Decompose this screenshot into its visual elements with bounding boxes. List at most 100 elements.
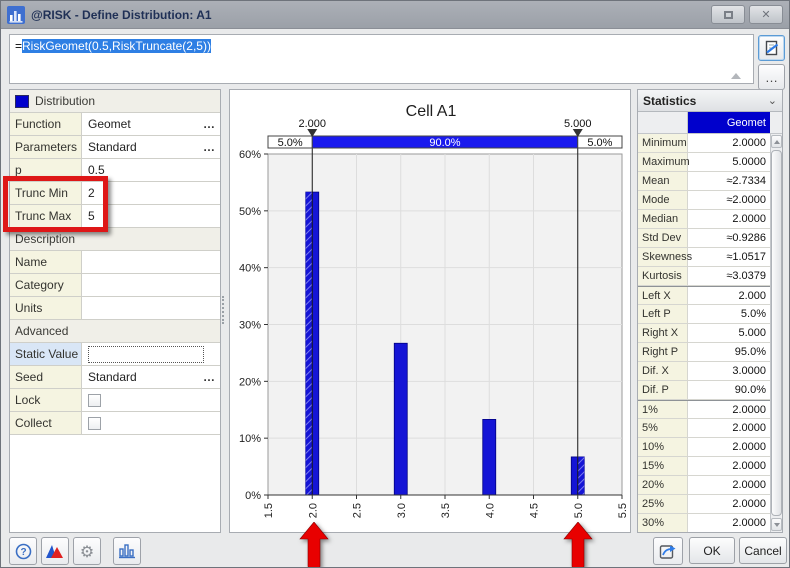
stat-label: 1% (638, 401, 688, 418)
prop-value-name[interactable] (82, 251, 220, 273)
gear-icon: ⚙ (80, 542, 94, 561)
ellipsis-button[interactable]: … (203, 113, 216, 135)
prop-row-category: Category (10, 274, 220, 297)
chart-type-button[interactable] (113, 537, 141, 565)
stat-value: 2.0000 (688, 401, 770, 418)
bar-hatch-right (578, 457, 585, 495)
bar-x4 (483, 419, 496, 495)
bar-chart-icon (118, 543, 136, 559)
prop-value-category[interactable] (82, 274, 220, 296)
help-icon: ? (15, 543, 32, 560)
export-arrow-icon (659, 543, 677, 560)
y-tick-label: 30% (239, 320, 261, 332)
stat-value: 2.0000 (688, 457, 770, 475)
triangle-up-icon (774, 140, 780, 144)
stat-label: Kurtosis (638, 267, 688, 285)
ellipsis-button[interactable]: … (203, 136, 216, 158)
annotation-arrow-right (563, 522, 593, 568)
help-button[interactable]: ? (9, 537, 37, 565)
bottom-toolbar: ? ⚙ OK Canc (1, 533, 789, 568)
stat-label: 5% (638, 419, 688, 437)
prop-row-units: Units (10, 297, 220, 320)
document-edit-icon (764, 40, 780, 56)
prop-value-static-value[interactable] (82, 343, 220, 365)
delimiter-label: 2.000 (298, 118, 326, 130)
formula-input[interactable]: =RiskGeomet(0.5,RiskTruncate(2,5)) (9, 34, 754, 84)
statistics-scrollbar[interactable] (770, 134, 782, 532)
collect-checkbox[interactable] (88, 417, 101, 430)
formula-selected-text: RiskGeomet(0.5,RiskTruncate(2,5)) (22, 39, 211, 53)
delimiter-label: 5.000 (564, 118, 592, 130)
settings-button[interactable]: ⚙ (73, 537, 101, 565)
prop-value-text: 2 (88, 186, 95, 200)
prop-value-trunc-max[interactable]: 5 (82, 205, 220, 227)
stat-value: ≈2.0000 (688, 191, 770, 209)
section-header-distribution: Distribution (10, 90, 220, 113)
stat-label: Std Dev (638, 229, 688, 247)
prop-value-parameters[interactable]: Standard… (82, 136, 220, 158)
prop-value-p[interactable]: 0.5 (82, 159, 220, 181)
x-tick-label: 1.5 (263, 503, 275, 518)
statistics-column-header-row: Geomet (638, 112, 782, 134)
prop-value-seed[interactable]: Standard… (82, 366, 220, 388)
stat-value: 95.0% (688, 343, 770, 361)
section-label: Distribution (35, 94, 95, 108)
scrollbar-up-button[interactable] (771, 135, 782, 148)
chevron-down-icon: ⌄ (768, 94, 777, 107)
prop-label-collect: Collect (10, 412, 82, 434)
ellipsis-button[interactable]: … (203, 366, 216, 388)
cancel-button[interactable]: Cancel (739, 537, 787, 564)
app-risk-icon (7, 6, 25, 24)
stat-label: Left P (638, 305, 688, 323)
stat-label: Maximum (638, 153, 688, 171)
prop-row-static-value: Static Value (10, 343, 220, 366)
swap-to-excel-button[interactable] (653, 537, 683, 565)
stat-row-5: 5%2.0000 (638, 419, 770, 438)
bar-hatch-left (306, 192, 313, 495)
y-tick-label: 0% (245, 490, 261, 502)
prop-row-collect: Collect (10, 412, 220, 435)
section-header-description: Description (10, 228, 220, 251)
stat-row-skewness: Skewness≈1.0517 (638, 248, 770, 267)
edit-formula-button[interactable] (758, 35, 785, 61)
prop-value-units[interactable] (82, 297, 220, 319)
prop-row-trunc-max: Trunc Max5 (10, 205, 220, 228)
prop-value-lock[interactable] (82, 389, 220, 411)
lock-checkbox[interactable] (88, 394, 101, 407)
prop-row-parameters: ParametersStandard… (10, 136, 220, 159)
prop-label-p: p (10, 159, 82, 181)
more-options-button[interactable]: … (758, 64, 785, 90)
statistics-title: Statistics (643, 94, 696, 108)
maximize-button[interactable] (711, 5, 745, 24)
stat-row-std-dev: Std Dev≈0.9286 (638, 229, 770, 248)
prop-value-function[interactable]: Geomet… (82, 113, 220, 135)
stat-value: 5.000 (688, 324, 770, 342)
chart-panel: Cell A15.0%90.0%5.0%2.0005.0000%10%20%30… (229, 89, 631, 533)
prop-value-text: 0.5 (88, 163, 105, 177)
ok-button[interactable]: OK (689, 537, 735, 564)
scroll-up-icon[interactable] (731, 73, 741, 79)
prop-value-trunc-min[interactable]: 2 (82, 182, 220, 204)
prop-value-collect[interactable] (82, 412, 220, 434)
static-value-input[interactable] (88, 346, 204, 363)
stat-label: 25% (638, 495, 688, 513)
panel-splitter[interactable] (222, 296, 225, 324)
close-button[interactable]: ✕ (749, 5, 783, 24)
stat-row-kurtosis: Kurtosis≈3.0379 (638, 267, 770, 286)
x-tick-label: 2.5 (352, 503, 364, 518)
scrollbar-down-button[interactable] (771, 518, 782, 531)
statistics-header[interactable]: Statistics ⌄ (638, 90, 782, 112)
chart-title: Cell A1 (406, 103, 457, 120)
distribution-chart: Cell A15.0%90.0%5.0%2.0005.0000%10%20%30… (230, 90, 632, 534)
prop-label-units: Units (10, 297, 82, 319)
prop-row-seed: SeedStandard… (10, 366, 220, 389)
stat-row-left-p: Left P5.0% (638, 305, 770, 324)
distribution-property-grid: DistributionFunctionGeomet…ParametersSta… (9, 89, 221, 533)
scrollbar-thumb[interactable] (771, 150, 782, 516)
triangle-down-icon (774, 523, 780, 527)
titlebar[interactable]: @RISK - Define Distribution: A1 ✕ (1, 1, 789, 29)
distribution-overlay-button[interactable] (41, 537, 69, 565)
stat-value: ≈2.7334 (688, 172, 770, 190)
stat-value: ≈3.0379 (688, 267, 770, 285)
stat-row-dif-p: Dif. P90.0% (638, 381, 770, 400)
